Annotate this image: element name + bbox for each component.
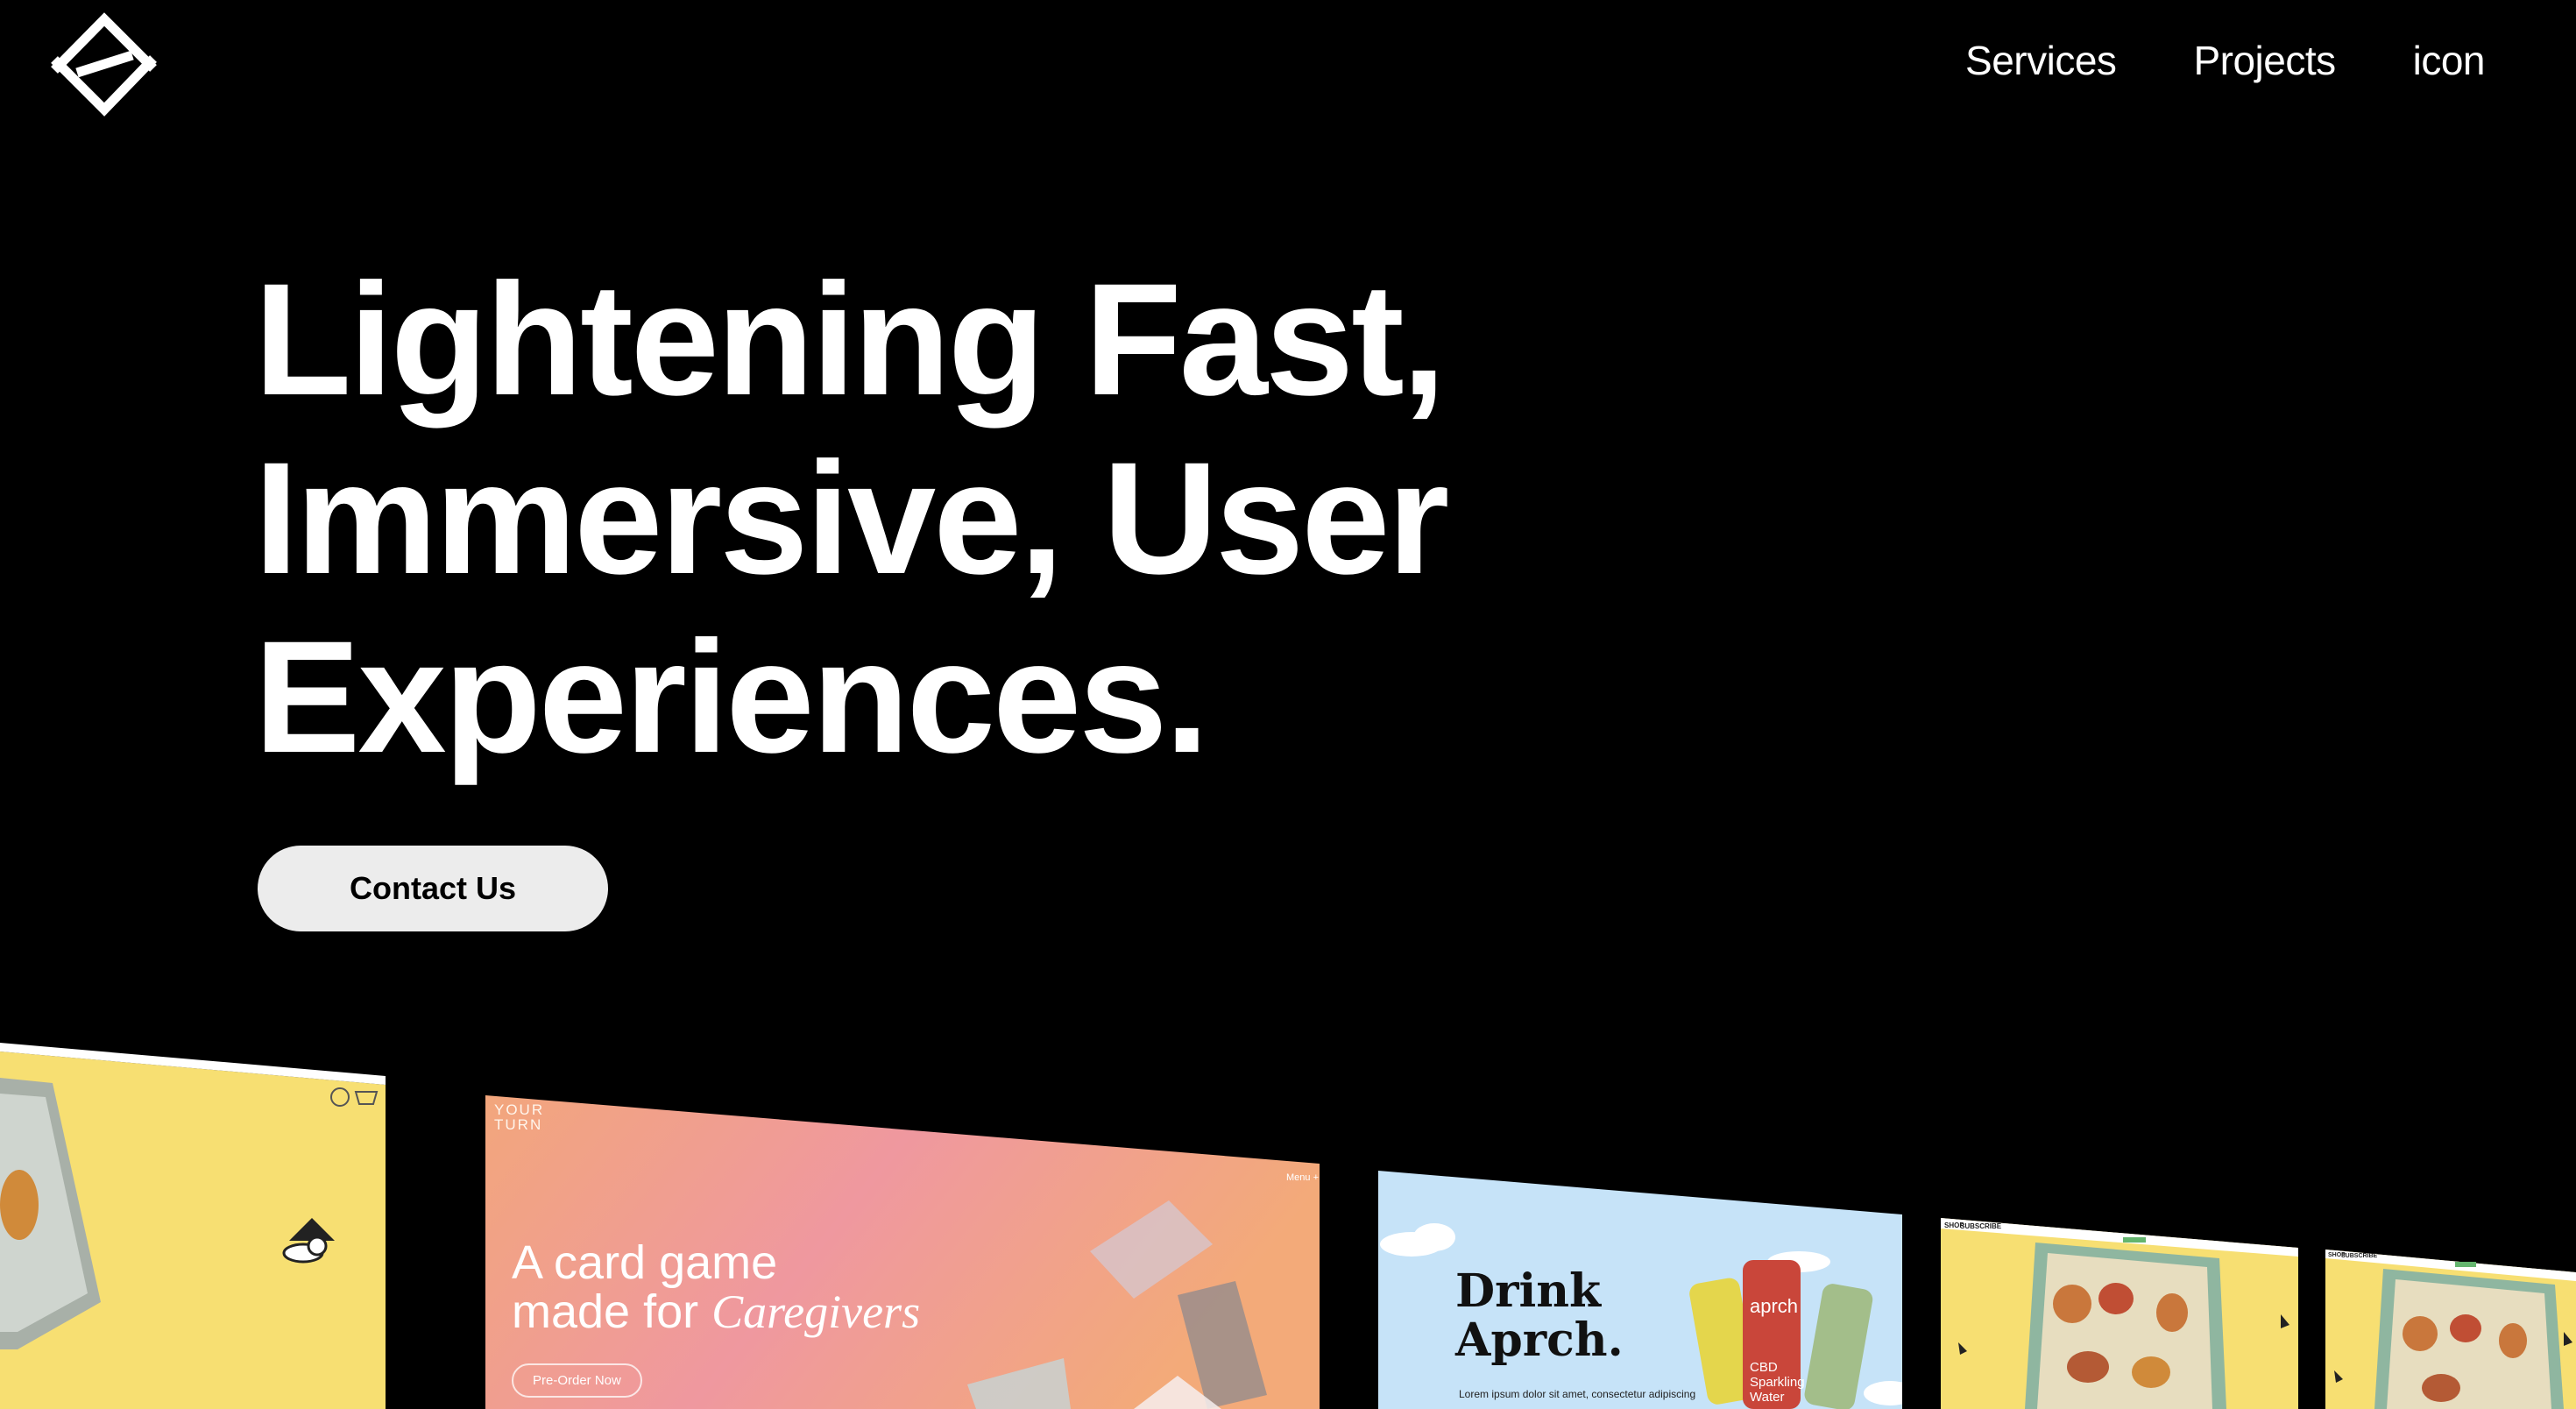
aprch-can-description: CBD Sparkling Water	[1750, 1360, 1805, 1405]
hero-headline: Lightening Fast, Immersive, User Experie…	[254, 250, 1449, 786]
project-card-aprch[interactable]: Drink Aprch. aprch CBD Sparkling Water L…	[1378, 1171, 1902, 1409]
project-card-4[interactable]: SHOP SUBSCRIBE	[1941, 1218, 2298, 1409]
project-card-5-art	[2325, 1250, 2576, 1409]
card-5-nav-subscribe: SUBSCRIBE	[2341, 1253, 2378, 1259]
project-card-your-turn[interactable]: YOUR TURN Menu + A card game made for Ca…	[485, 1095, 1320, 1409]
aprch-headline-1: Drink	[1455, 1264, 1602, 1318]
nav-link-icon[interactable]: icon	[2413, 37, 2486, 84]
your-turn-headline-italic: Caregivers	[711, 1285, 921, 1338]
your-turn-headline-2: made for Caregivers	[512, 1285, 920, 1339]
nav-link-services[interactable]: Services	[1965, 37, 2117, 84]
project-card-1[interactable]	[0, 1043, 386, 1409]
project-card-5[interactable]: SHOP SUBSCRIBE	[2325, 1250, 2576, 1409]
z-diamond-logo-icon[interactable]	[49, 9, 159, 119]
hero-line-1: Lightening Fast,	[254, 250, 1446, 428]
aprch-body-text: Lorem ipsum dolor sit amet, consectetur …	[1459, 1388, 1696, 1400]
project-card-1-art	[0, 1043, 386, 1409]
project-showcase-strip: YOUR TURN Menu + A card game made for Ca…	[0, 1043, 2576, 1409]
main-nav: Services Projects icon	[1965, 37, 2485, 84]
project-card-4-art	[1941, 1218, 2298, 1409]
your-turn-headline-1: A card game	[512, 1236, 778, 1289]
card-4-nav-subscribe: SUBSCRIBE	[1960, 1222, 2002, 1230]
your-turn-brand: YOUR TURN	[494, 1101, 545, 1133]
aprch-can-label: aprch	[1750, 1295, 1799, 1317]
aprch-headline-2: Aprch.	[1455, 1313, 1624, 1367]
hero-line-2: Immersive, User	[254, 428, 1449, 607]
hero-line-3: Experiences.	[254, 607, 1209, 786]
your-turn-menu: Menu +	[1286, 1172, 1319, 1183]
your-turn-headline-2-text: made for	[512, 1285, 699, 1338]
nav-link-projects[interactable]: Projects	[2193, 37, 2336, 84]
pre-order-button[interactable]: Pre-Order Now	[512, 1363, 642, 1398]
contact-us-button[interactable]: Contact Us	[258, 846, 608, 931]
